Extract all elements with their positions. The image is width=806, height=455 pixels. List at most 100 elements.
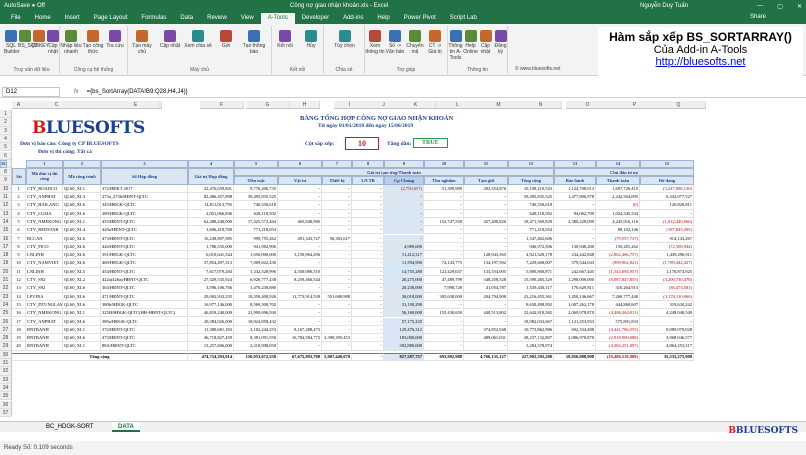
table-cell[interactable]: (79,557,737)	[596, 234, 640, 243]
table-cell[interactable]: 8,259,466,544	[278, 276, 322, 285]
table-cell[interactable]: 4,248,040,549	[640, 309, 694, 318]
table-cell[interactable]: 1,547,462,606	[508, 234, 554, 243]
table-cell[interactable]: CTY_NMEKONG	[26, 309, 63, 318]
table-cell[interactable]: QL60_XL1	[63, 325, 101, 335]
tab-home[interactable]: Home	[28, 13, 58, 24]
formula-input[interactable]: ={bs_SortArray(DATA!B9:Q28,H4,J4)}	[87, 89, 188, 95]
table-cell[interactable]: 2,399,395,453	[322, 334, 352, 343]
table-cell[interactable]: 17	[12, 317, 26, 326]
table-cell[interactable]: 12	[12, 276, 26, 285]
table-cell[interactable]: 10,350,408,926	[234, 292, 278, 301]
table-cell[interactable]: 440,513,802	[464, 309, 508, 318]
row-header[interactable]: 2	[0, 118, 12, 127]
table-cell[interactable]: -	[278, 259, 322, 268]
table-cell[interactable]: QL60_XL1	[63, 342, 101, 351]
table-cell[interactable]: QL60_XL4	[63, 226, 101, 235]
table-cell[interactable]: 1,697,726,410	[596, 184, 640, 193]
table-cell[interactable]: 363/HĐNT-QLTC	[101, 284, 188, 293]
table-cell[interactable]: 183,000,000	[384, 334, 424, 343]
table-cell[interactable]: 13,257,606,000	[188, 342, 234, 351]
row-header[interactable]: 6	[0, 151, 12, 160]
table-cell[interactable]: 428a/HĐNT-QLTC	[101, 226, 188, 235]
row-header[interactable]: 9	[0, 176, 12, 185]
table-cell[interactable]: 57,175,235	[384, 317, 424, 326]
table-cell[interactable]: 426/HĐNT-QLTC	[101, 242, 188, 252]
table-cell[interactable]: BNTRANH	[26, 325, 63, 335]
row-header[interactable]: 19	[0, 259, 12, 268]
row-header[interactable]: 24	[0, 300, 12, 310]
table-cell[interactable]: -	[322, 317, 352, 326]
table-cell[interactable]: 4,864,253,317	[640, 342, 694, 351]
table-cell[interactable]: 30,018,000	[384, 292, 424, 301]
table-cell[interactable]: 5	[12, 217, 26, 227]
column-header-I[interactable]: I	[334, 101, 366, 109]
table-cell[interactable]: 51,399,989	[424, 184, 464, 193]
table-cell[interactable]: 1,170,874,925	[640, 267, 694, 276]
table-cell[interactable]: 39,495,835,525	[234, 193, 278, 202]
table-cell[interactable]: 473/HĐNT-QLTC	[101, 334, 188, 343]
table-cell[interactable]: 8,167,288,473	[278, 325, 322, 335]
table-cell[interactable]: QL60_XL6	[63, 292, 101, 301]
table-cell[interactable]: -	[322, 251, 352, 260]
name-box[interactable]: D12	[2, 86, 60, 97]
table-cell[interactable]: -	[352, 234, 384, 243]
row-header[interactable]: 33	[0, 375, 12, 384]
sheet-tab-bc_hdgk-sort[interactable]: BC_HDGK-SORT	[40, 422, 100, 432]
table-cell[interactable]: 389a/HĐGK-QLTC	[101, 317, 188, 326]
row-header[interactable]: 3	[0, 126, 12, 135]
table-cell[interactable]: 234,442,848	[554, 251, 596, 260]
table-cell[interactable]: 469/HĐGK-QLTC	[101, 259, 188, 268]
table-cell[interactable]: -	[322, 342, 352, 351]
table-cell[interactable]: -	[640, 317, 694, 326]
table-cell[interactable]: 489,061,031	[464, 334, 508, 343]
table-cell[interactable]: CTY_LUSIA	[26, 209, 63, 218]
ribbon-button[interactable]: Help Online	[463, 30, 478, 55]
table-cell[interactable]: QL60_XL6	[63, 234, 101, 243]
table-cell[interactable]: (72,308,944)	[640, 242, 694, 252]
table-cell[interactable]: (2,918,900,688)	[596, 334, 640, 343]
table-cell[interactable]: 20	[12, 342, 26, 351]
table-cell[interactable]: -	[322, 300, 352, 310]
table-cell[interactable]: -	[464, 317, 508, 326]
table-cell[interactable]: QL60_XL1	[63, 184, 101, 193]
table-cell[interactable]: -	[464, 234, 508, 243]
table-cell[interactable]: 473/HĐNT-QLTC	[101, 234, 188, 243]
table-cell[interactable]: 82,486,457,898	[188, 193, 234, 202]
column-header-C[interactable]: C	[38, 101, 76, 109]
table-cell[interactable]: 20,238,000	[384, 284, 424, 293]
table-cell[interactable]: QL60_XL2	[63, 276, 101, 285]
ribbon-button[interactable]: Tạo thông báo	[240, 30, 268, 55]
table-cell[interactable]: QL60_XL6	[63, 334, 101, 343]
table-cell[interactable]: -	[464, 226, 508, 235]
table-cell[interactable]: 8,381,091,550	[234, 334, 278, 343]
table-cell[interactable]: 94,062,799	[554, 209, 596, 218]
row-header[interactable]: 11	[0, 193, 12, 202]
table-cell[interactable]: -	[322, 242, 352, 252]
table-cell[interactable]: -	[322, 193, 352, 202]
table-cell[interactable]: -	[322, 284, 352, 293]
table-cell[interactable]: 4,245,016,116	[596, 217, 640, 227]
row-header[interactable]: 35	[0, 392, 12, 401]
table-cell[interactable]: -	[352, 242, 384, 252]
ribbon-button[interactable]: BS_SQL	[18, 30, 37, 49]
table-cell[interactable]: -	[554, 201, 596, 210]
table-cell[interactable]: 4,921,320,178	[508, 251, 554, 260]
table-cell[interactable]: LNLINH	[26, 267, 63, 276]
table-cell[interactable]: -	[424, 226, 464, 235]
row-header[interactable]: 18	[0, 251, 12, 260]
table-cell[interactable]: 289/HĐGK-QLTC	[101, 209, 188, 218]
row-header[interactable]: 32	[0, 367, 12, 376]
table-cell[interactable]: 152,747,558	[424, 217, 464, 227]
table-cell[interactable]: 3,968,046,577	[640, 334, 694, 343]
row-header[interactable]: 28	[0, 334, 12, 343]
table-cell[interactable]: 46,818,240,000	[188, 309, 234, 318]
table-cell[interactable]: 8,630,498,992	[508, 300, 554, 310]
table-cell[interactable]: 7,229,668,007	[508, 259, 554, 268]
table-cell[interactable]: CTY_NMEKONG	[26, 217, 63, 227]
table-cell[interactable]: 27,329,535,924	[188, 276, 234, 285]
table-cell[interactable]: BCCAN	[26, 234, 63, 243]
row-header[interactable]: 14	[0, 217, 12, 227]
column-header-N[interactable]: N	[520, 101, 562, 109]
table-cell[interactable]: 1,124,708,613	[554, 184, 596, 193]
table-cell[interactable]: -	[352, 334, 384, 343]
